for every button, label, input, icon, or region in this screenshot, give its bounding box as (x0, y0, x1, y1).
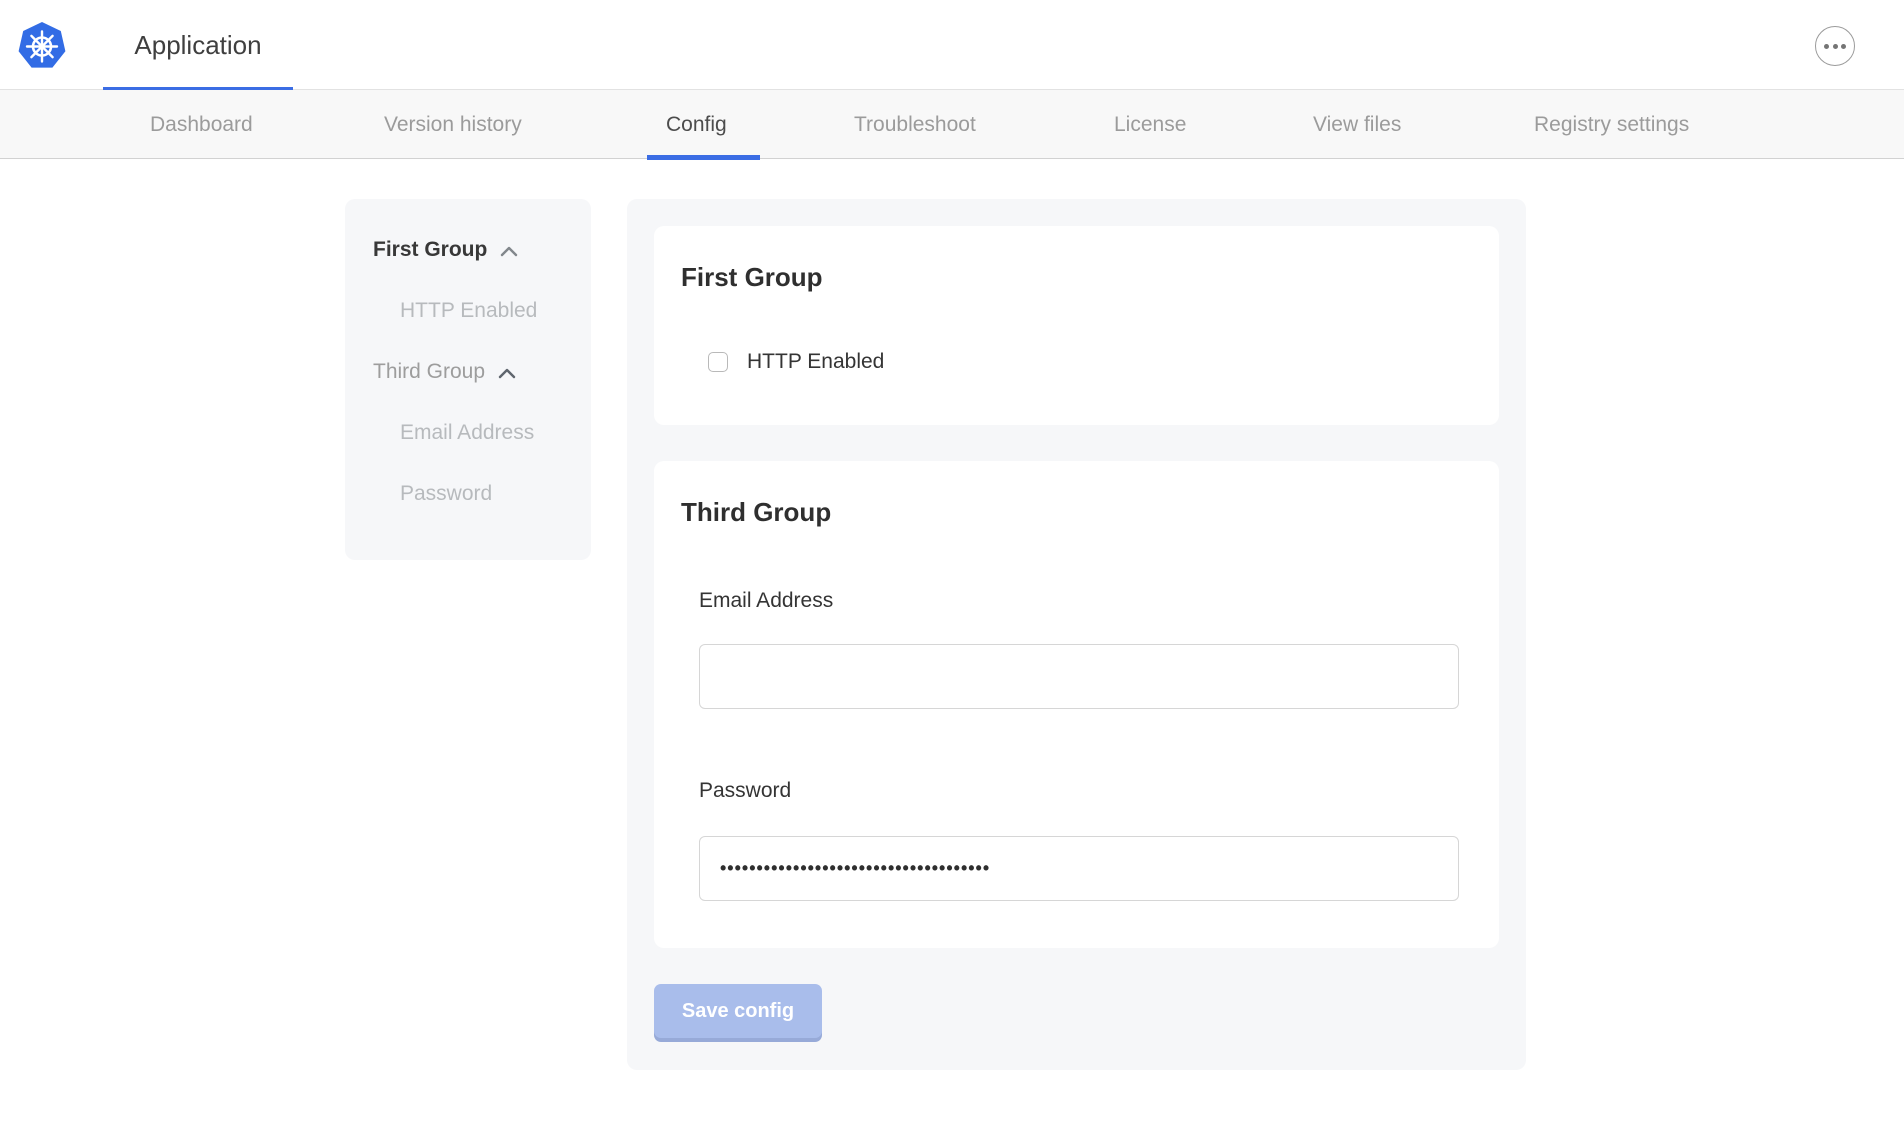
chevron-up-icon (500, 246, 518, 257)
sidebar-group-third-group[interactable]: Third Group (373, 359, 591, 384)
sidebar-item-password[interactable]: Password (373, 481, 591, 506)
config-group-card-first: First Group HTTP Enabled (654, 226, 1499, 425)
group-title: Third Group (681, 499, 1472, 525)
password-label: Password (699, 778, 1472, 804)
email-address-label: Email Address (699, 588, 1472, 614)
http-enabled-label[interactable]: HTTP Enabled (747, 349, 884, 375)
tab-registry-settings[interactable]: Registry settings (1534, 90, 1689, 159)
tab-application[interactable]: Application (103, 0, 293, 90)
config-sidebar: First Group HTTP Enabled Third Group Ema… (345, 199, 591, 560)
tab-troubleshoot[interactable]: Troubleshoot (854, 90, 976, 159)
secondary-nav: Dashboard Version history Config Trouble… (0, 90, 1904, 159)
http-enabled-checkbox[interactable] (708, 352, 728, 372)
http-enabled-field: HTTP Enabled (708, 349, 1472, 375)
group-title: First Group (681, 264, 1472, 290)
sidebar-item-http-enabled[interactable]: HTTP Enabled (373, 298, 591, 323)
config-content-panel: First Group HTTP Enabled Third Group Ema… (627, 199, 1526, 1070)
app-header: Application (0, 0, 1904, 90)
password-input[interactable] (699, 836, 1459, 901)
chevron-up-icon (498, 368, 516, 379)
tab-config[interactable]: Config (666, 90, 727, 159)
tab-view-files[interactable]: View files (1313, 90, 1401, 159)
tab-application-label: Application (134, 30, 261, 61)
overflow-menu-button[interactable] (1815, 26, 1855, 66)
tab-dashboard[interactable]: Dashboard (150, 90, 253, 159)
config-group-card-third: Third Group Email Address Password (654, 461, 1499, 948)
ellipsis-icon (1824, 44, 1829, 49)
tab-version-history[interactable]: Version history (384, 90, 522, 159)
save-config-button[interactable]: Save config (654, 984, 822, 1038)
email-address-input[interactable] (699, 644, 1459, 709)
sidebar-item-email-address[interactable]: Email Address (373, 420, 591, 445)
config-tab-underline (647, 155, 760, 160)
kubernetes-logo-icon (17, 20, 67, 72)
sidebar-group-first-group[interactable]: First Group (373, 237, 591, 262)
tab-license[interactable]: License (1114, 90, 1186, 159)
